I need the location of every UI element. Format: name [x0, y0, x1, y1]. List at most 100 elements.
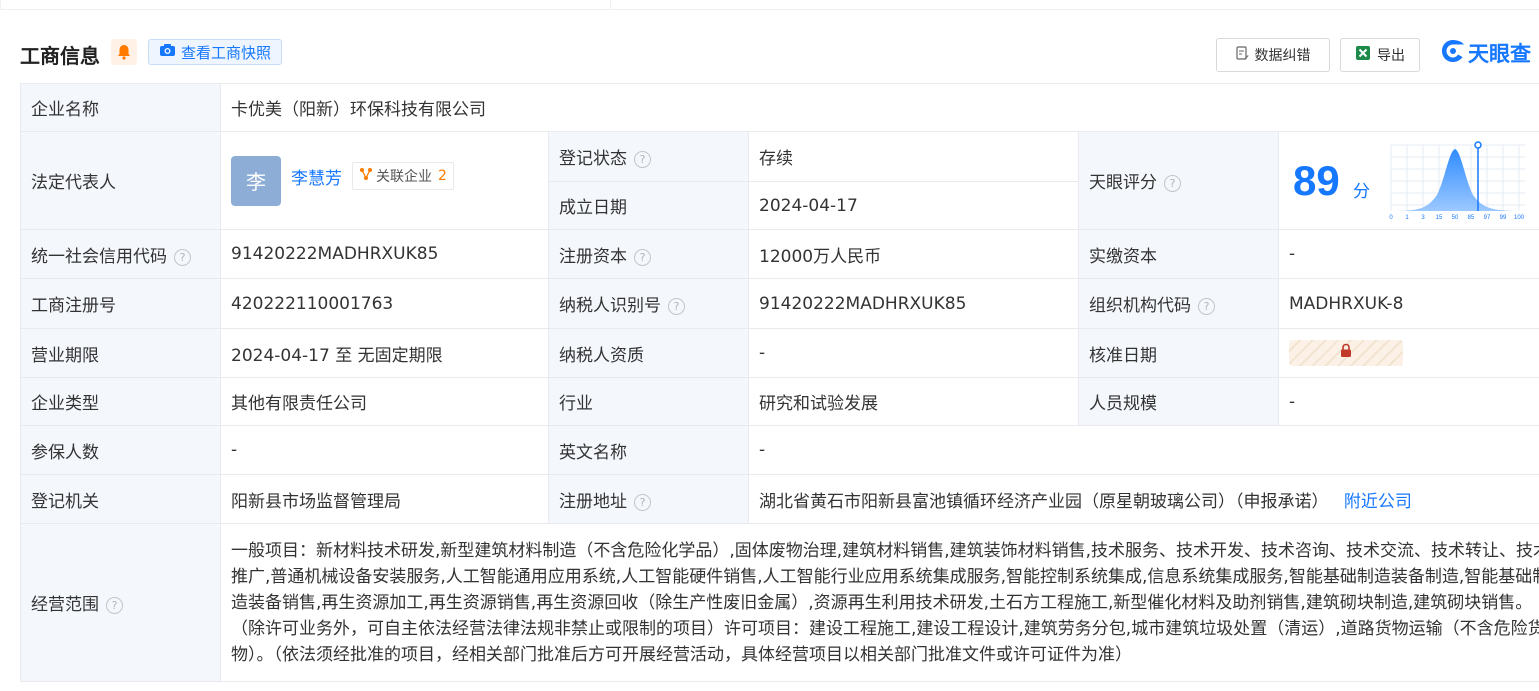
data-correction-button[interactable]: 数据纠错 — [1216, 38, 1330, 72]
reg-address-label: 注册地址? — [548, 474, 749, 524]
table-row: 营业期限 2024-04-17 至 无固定期限 纳税人资质 - 核准日期 — [20, 328, 1539, 378]
taxpayer-id-value[interactable]: 91420222MADHRXUK85 — [748, 278, 1079, 329]
tianyancha-logo: 天眼查 — [1440, 38, 1531, 68]
view-snapshot-label: 查看工商快照 — [181, 43, 272, 62]
credit-code-value[interactable]: 91420222MADHRXUK85 — [220, 229, 549, 279]
paid-capital-value: - — [1277, 229, 1539, 279]
score-distribution-chart: 0 1 3 15 50 85 97 99 100 — [1389, 140, 1525, 221]
reg-status-label: 登记状态? — [548, 131, 749, 182]
legal-rep-cell: 李 李慧芳 关联企业 2 — [220, 131, 549, 230]
approval-date-label: 核准日期 — [1078, 328, 1279, 378]
biz-term-label: 营业期限 — [20, 328, 221, 378]
found-date-label: 成立日期 — [548, 181, 749, 230]
found-date-value: 2024-04-17 — [748, 181, 1079, 230]
question-circle-icon[interactable]: ? — [668, 298, 685, 315]
question-circle-icon[interactable]: ? — [634, 248, 651, 266]
camera-icon — [159, 43, 176, 61]
avatar[interactable]: 李 — [231, 155, 281, 206]
lock-icon — [1339, 343, 1353, 363]
section-title: 工商信息 — [20, 44, 100, 68]
question-circle-icon[interactable]: ? — [106, 597, 123, 614]
table-row: 企业类型 其他有限责任公司 行业 研究和试验发展 人员规模 - — [20, 377, 1539, 426]
bell-icon[interactable] — [111, 39, 137, 65]
taxpayer-id-label: 纳税人识别号? — [548, 278, 749, 329]
paid-capital-label: 实缴资本 — [1078, 229, 1279, 279]
insured-value: - — [220, 425, 549, 475]
legal-rep-label: 法定代表人 — [20, 131, 221, 230]
biz-scope-value: 一般项目：新材料技术研发,新型建筑材料制造（不含危险化学品）,固体废物治理,建筑… — [219, 523, 1539, 682]
taxpayer-qual-label: 纳税人资质 — [548, 328, 749, 378]
tianyan-score-unit: 分 — [1353, 181, 1370, 202]
top-tab-segment — [0, 0, 611, 9]
question-circle-icon[interactable]: ? — [634, 493, 651, 511]
company-name-value: 卡优美（阳新）环保科技有限公司 — [219, 83, 1539, 132]
legal-rep-name-link[interactable]: 李慧芳 — [291, 164, 342, 189]
related-companies-button[interactable]: 关联企业 2 — [352, 161, 454, 190]
chart-tick-label: 85 — [1468, 215, 1475, 221]
company-type-label: 企业类型 — [20, 377, 221, 426]
approval-date-cell — [1277, 328, 1539, 378]
chart-tick-label: 99 — [1500, 215, 1507, 221]
table-row: 参保人数 - 英文名称 - — [20, 425, 1539, 475]
company-type-value: 其他有限责任公司 — [220, 377, 549, 426]
related-companies-label: 关联企业 — [376, 168, 432, 185]
biz-scope-label: 经营范围? — [20, 523, 221, 682]
chart-tick-label: 100 — [1514, 215, 1525, 221]
tianyan-score-number: 89 — [1293, 156, 1340, 204]
export-button[interactable]: 导出 — [1340, 38, 1420, 72]
nearby-companies-link[interactable]: 附近公司 — [1344, 492, 1412, 512]
org-code-value[interactable]: MADHRXUK-8 — [1277, 278, 1539, 329]
reg-number-label: 工商注册号 — [20, 278, 221, 329]
reg-capital-value: 12000万人民币 — [748, 229, 1079, 279]
tianyancha-logo-icon — [1440, 38, 1466, 69]
table-row: 统一社会信用代码? 91420222MADHRXUK85 注册资本? 12000… — [20, 229, 1539, 279]
reg-address-value: 湖北省黄石市阳新县富池镇循环经济产业园（原星朝玻璃公司）（申报承诺） — [759, 491, 1329, 512]
reg-capital-label: 注册资本? — [548, 229, 749, 279]
network-icon — [359, 167, 373, 185]
view-snapshot-button[interactable]: 查看工商快照 — [148, 39, 283, 65]
biz-term-value: 2024-04-17 至 无固定期限 — [220, 328, 549, 378]
reg-address-cell: 湖北省黄石市阳新县富池镇循环经济产业园（原星朝玻璃公司）（申报承诺） 附近公司 — [747, 474, 1539, 524]
section-header: 工商信息 查看工商快照 数据纠错 导出 天眼查 — [0, 34, 1539, 74]
business-info-table: 企业名称 卡优美（阳新）环保科技有限公司 法定代表人 李 李慧芳 关联企业 2 … — [20, 83, 1539, 682]
reg-number-value[interactable]: 420222110001763 — [220, 278, 549, 329]
company-name-label: 企业名称 — [20, 83, 221, 132]
tianyancha-logo-text: 天眼查 — [1468, 42, 1531, 66]
industry-label: 行业 — [548, 377, 749, 426]
staff-size-value: - — [1277, 377, 1539, 426]
data-correction-label: 数据纠错 — [1254, 48, 1311, 64]
question-circle-icon[interactable]: ? — [174, 248, 191, 266]
chart-tick-label: 50 — [1452, 215, 1459, 221]
table-row: 工商注册号 420222110001763 纳税人识别号? 91420222MA… — [20, 278, 1539, 329]
reg-authority-value: 阳新县市场监督管理局 — [220, 474, 549, 524]
staff-size-label: 人员规模 — [1078, 377, 1279, 426]
credit-code-label: 统一社会信用代码? — [20, 229, 221, 279]
related-companies-count: 2 — [438, 167, 447, 184]
top-tab-strip — [0, 0, 1539, 10]
insured-label: 参保人数 — [20, 425, 221, 475]
tianyan-score-cell[interactable]: 89 分 0 1 3 15 50 85 97 99 100 — [1277, 131, 1539, 230]
table-row: 登记机关 阳新县市场监督管理局 注册地址? 湖北省黄石市阳新县富池镇循环经济产业… — [20, 474, 1539, 524]
export-label: 导出 — [1377, 48, 1405, 64]
chart-tick-label: 97 — [1484, 215, 1491, 221]
table-row: 企业名称 卡优美（阳新）环保科技有限公司 — [20, 83, 1539, 132]
tianyan-score-label: 天眼评分? — [1078, 131, 1279, 230]
chart-tick-label: 0 — [1389, 215, 1393, 221]
table-row: 法定代表人 李 李慧芳 关联企业 2 登记状态? 存续 天眼评分? 89 分 0… — [20, 131, 1539, 230]
chart-tick-label: 15 — [1436, 215, 1443, 221]
reg-authority-label: 登记机关 — [20, 474, 221, 524]
english-name-label: 英文名称 — [548, 425, 749, 475]
english-name-value: - — [747, 425, 1539, 475]
locked-value-badge[interactable] — [1289, 340, 1403, 366]
excel-icon — [1355, 45, 1371, 65]
taxpayer-qual-value: - — [748, 328, 1079, 378]
table-row: 经营范围? 一般项目：新材料技术研发,新型建筑材料制造（不含危险化学品）,固体废… — [20, 523, 1539, 682]
reg-status-value: 存续 — [748, 131, 1079, 182]
question-circle-icon[interactable]: ? — [634, 151, 651, 168]
org-code-label: 组织机构代码? — [1078, 278, 1279, 329]
chart-tick-label: 1 — [1405, 215, 1409, 221]
question-circle-icon[interactable]: ? — [1198, 298, 1215, 315]
chart-tick-label: 3 — [1421, 215, 1425, 221]
question-circle-icon[interactable]: ? — [1164, 175, 1181, 192]
industry-value: 研究和试验发展 — [748, 377, 1079, 426]
